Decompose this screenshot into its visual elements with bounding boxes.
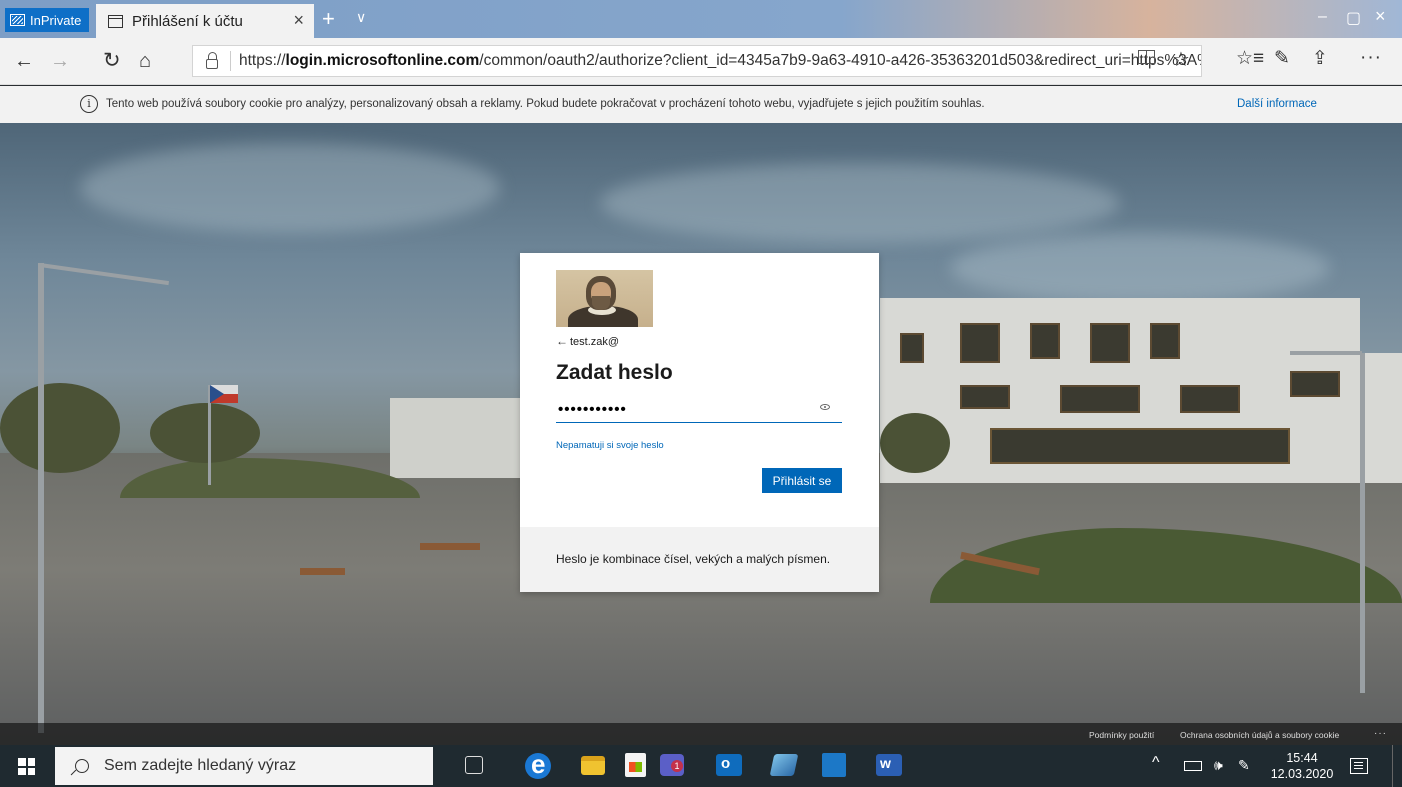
cloud <box>600 163 1120 243</box>
building-window <box>1090 323 1130 363</box>
home-button[interactable]: ⌂ <box>139 50 151 72</box>
ground-floor-glass <box>990 428 1290 464</box>
taskbar-search-box[interactable]: Sem zadejte hledaný výraz <box>55 747 433 785</box>
building-window <box>1060 385 1140 413</box>
show-desktop-button[interactable] <box>1392 745 1393 787</box>
building-window <box>1150 323 1180 359</box>
edge-browser-icon[interactable] <box>525 749 551 780</box>
url-path: /common/oauth2/authorize?client_id=4345a… <box>479 52 1202 69</box>
street-lamp <box>38 263 44 733</box>
battery-icon[interactable] <box>1184 761 1202 771</box>
inprivate-icon <box>10 14 25 26</box>
more-menu-icon[interactable]: ··· <box>1360 47 1382 69</box>
username-label[interactable]: test.zak@ <box>570 336 619 348</box>
show-hidden-icons-chevron-icon[interactable]: ^ <box>1152 754 1160 772</box>
bench <box>300 568 345 575</box>
search-placeholder: Sem zadejte hledaný výraz <box>104 757 297 774</box>
info-icon: i <box>80 95 98 113</box>
minimize-button[interactable]: – <box>1318 8 1327 26</box>
volume-icon[interactable]: 🕪 <box>1214 757 1223 774</box>
notes-pen-icon[interactable]: ✎ <box>1274 47 1290 70</box>
page-footer: Podmínky použití Ochrana osobních údajů … <box>0 723 1402 745</box>
notification-center-icon[interactable] <box>1350 758 1368 774</box>
close-window-button[interactable]: × <box>1375 6 1386 27</box>
password-hint: Heslo je kombinace čísel, vekých a malýc… <box>556 552 831 566</box>
lock-icon <box>206 52 218 69</box>
street-lamp-arm <box>1290 351 1362 355</box>
password-field[interactable] <box>556 397 842 423</box>
forgot-password-link[interactable]: Nepamatuji si svoje heslo <box>556 440 664 451</box>
browser-tab-strip: InPrivate Přihlášení k účtu × + ∨ – ▢ × <box>0 0 1402 38</box>
building-window <box>900 333 924 363</box>
card-footer: Heslo je kombinace čísel, vekých a malýc… <box>520 527 879 592</box>
sign-in-card: ← test.zak@ Zadat heslo Nepamatuji si sv… <box>520 253 879 592</box>
cloud <box>80 143 500 233</box>
reveal-password-eye-icon[interactable] <box>820 404 830 410</box>
teams-notification-badge: 1 <box>671 760 683 772</box>
windows-taskbar: Sem zadejte hledaný výraz ^ 🕪 ✎ 15:44 12… <box>0 745 1402 787</box>
address-divider <box>230 51 231 71</box>
url-prefix: https:// <box>239 52 286 69</box>
new-tab-button[interactable]: + <box>322 6 335 32</box>
outlook-icon[interactable] <box>716 754 742 776</box>
building-window <box>1290 371 1340 397</box>
cookie-more-info-link[interactable]: Další informace <box>1237 98 1317 110</box>
clock-time: 15:44 <box>1286 751 1318 765</box>
flag <box>210 385 238 403</box>
page-icon <box>108 14 123 28</box>
url-domain: login.microsoftonline.com <box>285 52 480 69</box>
street-lamp <box>1360 353 1365 693</box>
favorite-star-icon[interactable]: ☆ <box>1172 47 1190 72</box>
word-icon[interactable] <box>876 754 902 776</box>
building-window <box>1030 323 1060 359</box>
maximize-button[interactable]: ▢ <box>1346 8 1361 28</box>
inprivate-badge[interactable]: InPrivate <box>5 8 89 32</box>
app-icon[interactable] <box>822 753 846 777</box>
pen-workspace-icon[interactable]: ✎ <box>1238 757 1250 774</box>
inprivate-label: InPrivate <box>30 12 82 28</box>
app-icon[interactable] <box>769 754 799 776</box>
tree <box>150 403 260 463</box>
share-icon[interactable]: ⇪ <box>1312 47 1328 70</box>
building-window <box>960 385 1010 409</box>
footer-more-icon[interactable]: ··· <box>1374 728 1387 739</box>
tab-close-icon[interactable]: × <box>293 10 304 31</box>
building-window <box>960 323 1000 363</box>
start-windows-icon[interactable] <box>18 758 35 775</box>
tab-sign-in[interactable]: Přihlášení k účtu × <box>96 4 314 38</box>
terms-of-use-link[interactable]: Podmínky použití <box>1089 730 1154 740</box>
clock-date: 12.03.2020 <box>1270 767 1334 781</box>
low-building <box>390 398 520 478</box>
file-explorer-icon[interactable] <box>581 756 605 775</box>
refresh-button[interactable]: ↻ <box>103 50 121 72</box>
tab-title: Přihlášení k účtu <box>132 12 243 30</box>
system-clock[interactable]: 15:44 12.03.2020 <box>1270 750 1334 782</box>
tree <box>0 383 120 473</box>
favorites-list-icon[interactable]: ☆≡ <box>1236 47 1264 70</box>
reading-view-icon[interactable] <box>1138 50 1155 64</box>
search-icon <box>75 759 89 773</box>
avatar-beard <box>592 296 610 310</box>
page-title: Zadat heslo <box>556 361 673 384</box>
user-avatar <box>556 270 653 327</box>
back-arrow-icon[interactable]: ← <box>556 334 568 348</box>
forward-button[interactable]: → <box>50 50 70 72</box>
task-view-icon[interactable] <box>465 756 483 774</box>
sign-in-button[interactable]: Přihlásit se <box>762 468 842 493</box>
cloud <box>950 233 1330 303</box>
tab-menu-chevron-icon[interactable]: ∨ <box>356 9 366 26</box>
tree <box>880 413 950 473</box>
building-window <box>1180 385 1240 413</box>
address-bar[interactable]: https://login.microsoftonline.com/common… <box>192 45 1202 77</box>
back-button[interactable]: ← <box>14 50 34 72</box>
bench <box>420 543 480 550</box>
microsoft-store-icon[interactable] <box>625 753 646 777</box>
street-lamp-arm <box>39 263 170 286</box>
cookie-text: Tento web používá soubory cookie pro ana… <box>106 98 985 110</box>
navigation-bar: ← → ↻ ⌂ https://login.microsoftonline.co… <box>0 38 1402 85</box>
cookie-banner: i Tento web používá soubory cookie pro a… <box>0 86 1402 123</box>
privacy-cookies-link[interactable]: Ochrana osobních údajů a soubory cookie <box>1180 730 1339 740</box>
school-building-wing <box>1360 353 1402 483</box>
